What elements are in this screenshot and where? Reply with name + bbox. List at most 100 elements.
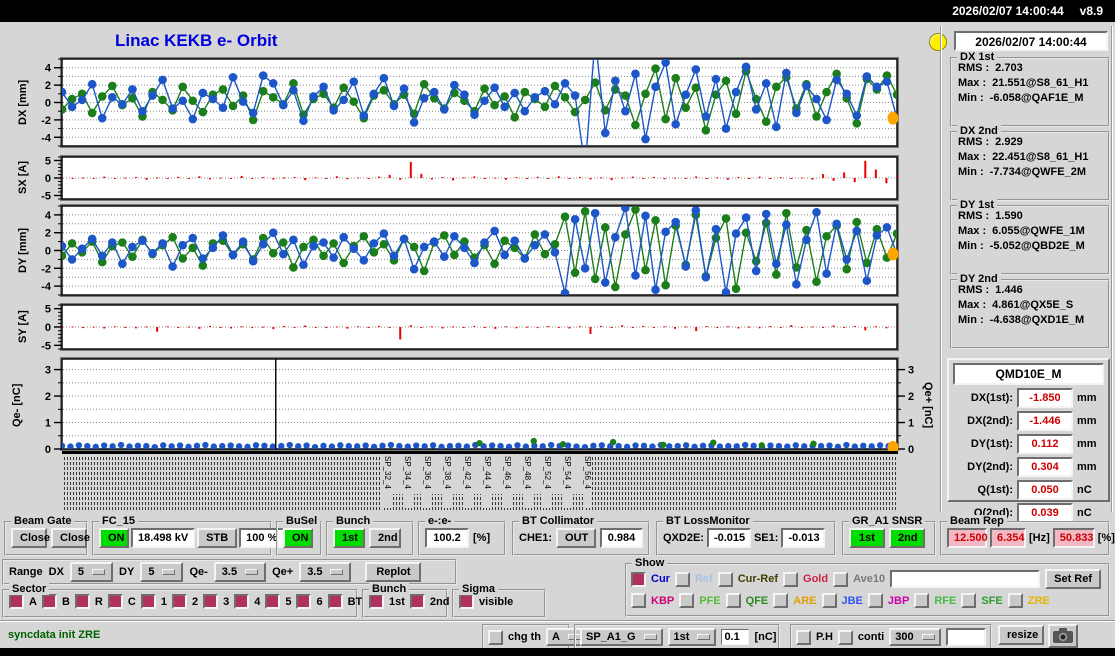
show-are-checkbox[interactable] [773, 593, 789, 608]
show-zre-checkbox[interactable] [1007, 593, 1023, 608]
beam-gate-close2-button[interactable]: Close [51, 528, 90, 548]
svg-text:2: 2 [45, 391, 51, 403]
sector-c-checkbox[interactable] [107, 594, 123, 609]
svg-text:0: 0 [45, 246, 51, 258]
show-ref-checkbox[interactable] [674, 571, 690, 587]
show-jbe-checkbox[interactable] [821, 593, 837, 608]
bpm-labels-dense-left [64, 456, 382, 510]
show-sfe-checkbox[interactable] [961, 593, 977, 608]
min-value: -4.638@QXD1E_M [989, 314, 1085, 326]
show-ave10-checkbox[interactable] [833, 571, 849, 587]
sector-5-checkbox[interactable] [265, 594, 281, 609]
points-select[interactable]: 300 [889, 628, 941, 646]
charge-plot: 3 3 2 2 1 1 0 0 [45, 357, 914, 455]
range-dx-select[interactable]: 5 [69, 562, 114, 582]
sector-b-checkbox[interactable] [41, 594, 57, 609]
show-jbp-checkbox[interactable] [867, 593, 883, 608]
replot-button[interactable]: Replot [365, 562, 422, 582]
gr-a1-snsr-title: GR_A1 SNSR [849, 515, 926, 527]
range-dy-value: 5 [148, 566, 155, 578]
svg-text:4: 4 [45, 210, 52, 222]
sp-select[interactable]: SP_A1_G [580, 628, 663, 646]
range-qep-select[interactable]: 3.5 [299, 562, 352, 582]
option-menu-icon [245, 569, 259, 575]
bunch-1st-checkbox[interactable] [369, 594, 384, 609]
che1-out-button[interactable]: OUT [556, 528, 597, 548]
range-qem-select[interactable]: 3.5 [213, 562, 267, 582]
busel-on-button[interactable]: ON [283, 528, 313, 548]
fc15-kv-value: 18.498 kV [131, 528, 196, 548]
page-title: Linac KEKB e- Orbit [115, 31, 278, 50]
sector-2-checkbox[interactable] [171, 594, 187, 609]
bunch-2nd-button[interactable]: 2nd [369, 528, 401, 548]
chg-th-checkbox[interactable] [488, 629, 503, 645]
sector-1-checkbox[interactable] [140, 594, 156, 609]
beam-rep-hz-label: [Hz] [1029, 532, 1050, 544]
show-pfe-checkbox[interactable] [679, 593, 695, 608]
dy2nd-stats-title: DY 2nd [957, 273, 1001, 285]
show-zre-label: ZRE [1027, 594, 1050, 607]
svg-text:2: 2 [908, 391, 914, 403]
snapshot-button[interactable] [1048, 624, 1078, 648]
qmd-row-value: 0.039 [1017, 503, 1073, 523]
panel-separator [1111, 26, 1113, 512]
threshold-input[interactable] [721, 629, 750, 645]
set-ref-input[interactable] [890, 570, 1041, 588]
sector-6-checkbox[interactable] [296, 594, 312, 609]
show-cur-ref-checkbox[interactable] [717, 571, 733, 587]
ph-checkbox[interactable] [796, 629, 811, 645]
beam-rep-value1: 12.500 [947, 528, 988, 548]
show-gold-checkbox[interactable] [783, 571, 799, 587]
qmd-row-unit: nC [1077, 507, 1092, 519]
show-qfe-checkbox[interactable] [725, 593, 741, 608]
show-ref-label: Ref [694, 573, 713, 585]
svg-text:3: 3 [45, 365, 51, 377]
fc15-on-button[interactable]: ON [99, 528, 129, 548]
qxd2e-label: QXD2E: [663, 532, 704, 544]
svg-text:-4: -4 [41, 281, 52, 293]
se1-label: SE1: [753, 532, 779, 544]
gr-a1-2nd-button[interactable]: 2nd [889, 528, 925, 548]
qmd-row-value: 0.050 [1017, 480, 1073, 500]
option-menu-icon [162, 569, 176, 575]
sigma-visible-checkbox[interactable] [459, 594, 474, 609]
beam-gate-close1-button[interactable]: Close [11, 528, 50, 548]
sector-2-label: 2 [191, 595, 199, 608]
sector-4-checkbox[interactable] [234, 594, 250, 609]
range-dy-select[interactable]: 5 [140, 562, 184, 582]
sector-3-checkbox[interactable] [203, 594, 219, 609]
gr-a1-1st-button[interactable]: 1st [849, 528, 885, 548]
qmd-row-unit: mm [1077, 392, 1097, 404]
show-cur-checkbox[interactable] [631, 571, 646, 587]
conti-checkbox[interactable] [837, 629, 853, 645]
sector-bt-label: BT [347, 595, 363, 608]
bunch-2nd-checkbox[interactable] [409, 594, 425, 609]
qmd-row-value: -1.446 [1017, 411, 1073, 431]
resize-button[interactable]: resize [998, 625, 1044, 645]
set-ref-button[interactable]: Set Ref [1045, 569, 1102, 589]
dx2nd-stats-title: DX 2nd [957, 125, 1001, 137]
show-kbp-checkbox[interactable] [631, 593, 646, 608]
sp-bunch-select[interactable]: 1st [667, 628, 717, 646]
panel-separator [940, 26, 942, 512]
svg-text:1: 1 [908, 418, 914, 430]
camera-icon [1053, 628, 1073, 643]
range-dx-value: 5 [77, 566, 85, 578]
count-input[interactable] [945, 628, 986, 646]
che1-value: 0.984 [600, 528, 643, 548]
sp-select-group: SP_A1_G 1st [nC] [574, 624, 780, 650]
sector-a-checkbox[interactable] [9, 594, 24, 609]
che1-label: CHE1: [519, 532, 553, 544]
min-value: -6.058@QAF1E_M [989, 92, 1084, 104]
show-rfe-checkbox[interactable] [914, 593, 930, 608]
show-kbp-label: KBP [651, 594, 675, 607]
ee-ratio-group: e-:e- 100.2 [%] [418, 515, 506, 556]
sector-bt-checkbox[interactable] [327, 594, 343, 609]
qmd-row-label: DY(2nd): [967, 461, 1013, 473]
bpm-label: SP_46_4 [503, 456, 512, 508]
sector-r-checkbox[interactable] [74, 594, 90, 609]
fc15-stb-button[interactable]: STB [197, 528, 238, 548]
bunch-1st-button[interactable]: 1st [333, 528, 365, 548]
sector-4-label: 4 [254, 595, 261, 608]
dx-orbit-plot: 4 2 0 -2 -4 [41, 57, 899, 148]
